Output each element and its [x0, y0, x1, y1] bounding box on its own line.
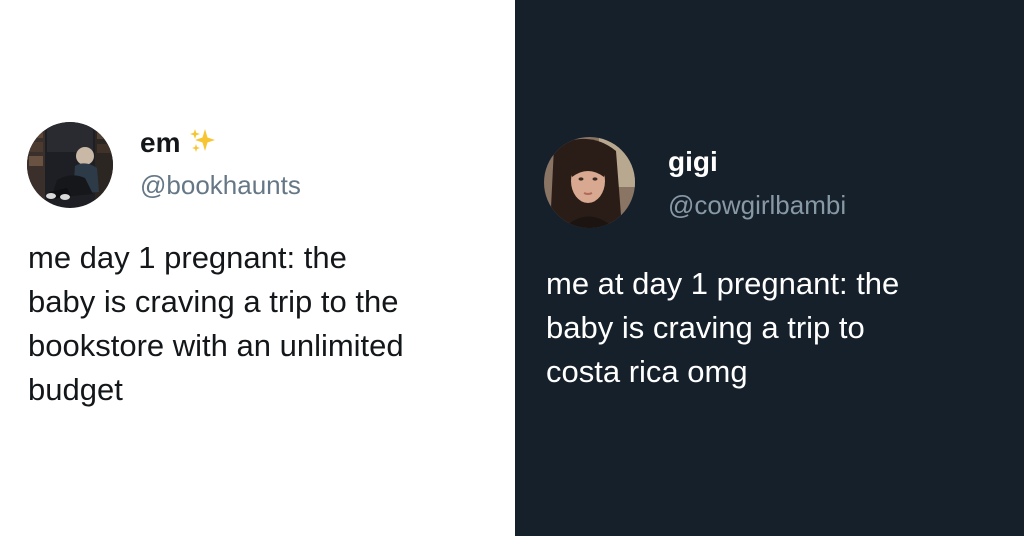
tweet-line: budget [28, 372, 123, 407]
handle[interactable]: @bookhaunts [140, 170, 301, 200]
avatar-photo [27, 122, 113, 208]
tweet-line: baby is craving a trip to [546, 310, 865, 345]
display-name[interactable]: gigi [668, 146, 718, 178]
tweet-comparison: em @bookhaunts me day 1 pregnant: the ba… [0, 0, 1024, 536]
tweet-text: me at day 1 pregnant: the baby is cravin… [546, 262, 899, 394]
left-tweet-card: em @bookhaunts me day 1 pregnant: the ba… [0, 0, 515, 536]
tweet-line: bookstore with an unlimited [28, 328, 404, 363]
tweet-line: me day 1 pregnant: the [28, 240, 347, 275]
display-name[interactable]: em [140, 127, 216, 162]
avatar[interactable] [544, 137, 635, 228]
display-name-text: em [140, 127, 181, 158]
avatar-photo [544, 137, 635, 228]
tweet-text: me day 1 pregnant: the baby is craving a… [28, 236, 404, 412]
sparkles-icon [188, 127, 216, 162]
tweet-line: costa rica omg [546, 354, 748, 389]
avatar[interactable] [27, 122, 113, 208]
handle[interactable]: @cowgirlbambi [668, 190, 846, 220]
right-tweet-card: gigi @cowgirlbambi me at day 1 pregnant:… [515, 0, 1024, 536]
tweet-line: me at day 1 pregnant: the [546, 266, 900, 301]
tweet-line: baby is craving a trip to the [28, 284, 399, 319]
